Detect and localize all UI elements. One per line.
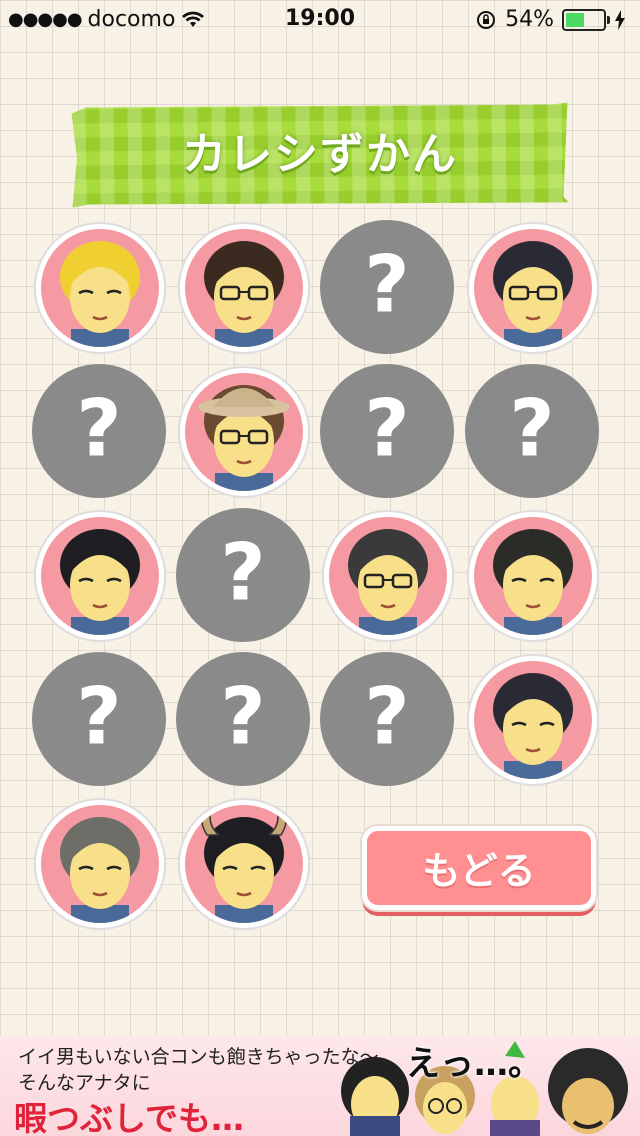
question-mark-icon: ? (76, 384, 122, 475)
locked-character-slot[interactable]: ? (176, 508, 310, 642)
pompadour-man-portrait (493, 673, 573, 779)
ad-speech-text: えっ…。 (406, 1044, 542, 1084)
character-avatar-gray-hair-man[interactable] (36, 800, 164, 928)
question-mark-icon: ? (220, 528, 266, 619)
character-avatar-black-hair-man[interactable] (36, 512, 164, 640)
question-mark-icon: ? (220, 672, 266, 763)
long-hair-glasses-man-portrait (493, 241, 573, 347)
locked-character-slot[interactable]: ? (320, 220, 454, 354)
character-avatar-long-hair-glasses-man[interactable] (469, 224, 597, 352)
question-mark-icon: ? (364, 384, 410, 475)
character-avatar-explorer-hat-glasses-man[interactable] (180, 368, 308, 496)
back-button[interactable]: もどる (362, 826, 596, 910)
question-mark-icon: ? (364, 240, 410, 331)
gray-hair-man-portrait (60, 817, 140, 923)
ad-line-1: イイ男もいない合コンも飽きちゃったな～ (18, 1046, 379, 1068)
black-hair-man-portrait (60, 529, 140, 635)
ad-line-2: そんなアナタに (18, 1072, 151, 1094)
locked-character-slot[interactable]: ? (32, 364, 166, 498)
page-title: カレシずかん (182, 129, 458, 180)
horned-devil-man-portrait (201, 807, 287, 923)
blond-hair-man-portrait (60, 241, 140, 347)
character-avatar-horned-devil-man[interactable] (180, 800, 308, 928)
character-avatar-pompadour-man[interactable] (469, 656, 597, 784)
question-mark-icon: ? (76, 672, 122, 763)
character-avatar-curly-hair-glasses-man[interactable] (180, 224, 308, 352)
locked-character-slot[interactable]: ? (32, 652, 166, 786)
curly-hair-glasses-man-portrait (204, 241, 284, 347)
ad-banner[interactable]: イイ男もいない合コンも飽きちゃったな～ そんなアナタに 暇つぶしでも… えっ…。 (0, 1036, 640, 1136)
orientation-lock-icon (477, 10, 496, 29)
locked-character-slot[interactable]: ? (465, 364, 599, 498)
charging-bolt-icon (615, 9, 625, 30)
ad-headline: 暇つぶしでも… (14, 1099, 245, 1136)
status-bar: ●●●●● docomo 19:00 54% (0, 0, 640, 40)
locked-character-slot[interactable]: ? (176, 652, 310, 786)
bowl-cut-glasses-man-portrait (348, 529, 428, 635)
character-avatar-chubby-man[interactable] (469, 512, 597, 640)
battery-icon (562, 8, 610, 31)
chubby-man-portrait (493, 529, 573, 635)
character-avatar-bowl-cut-glasses-man[interactable] (324, 512, 452, 640)
locked-character-slot[interactable]: ? (320, 652, 454, 786)
explorer-hat-glasses-man-portrait (198, 385, 290, 491)
battery-percent: 54% (505, 7, 554, 32)
question-mark-icon: ? (509, 384, 555, 475)
locked-character-slot[interactable]: ? (320, 364, 454, 498)
character-avatar-blond-hair-man[interactable] (36, 224, 164, 352)
question-mark-icon: ? (364, 672, 410, 763)
